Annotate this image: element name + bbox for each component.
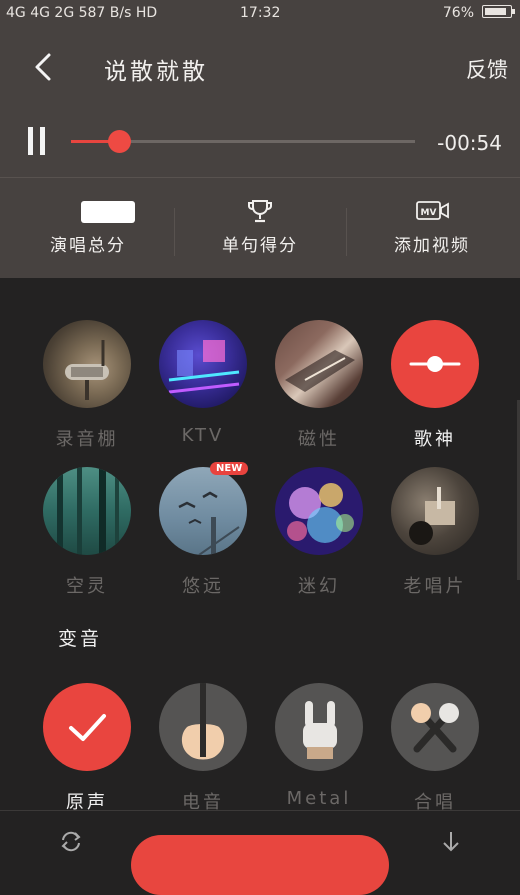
total-score-label: 演唱总分 — [50, 236, 126, 256]
effect-label: 悠远 — [182, 576, 224, 597]
score-row: 演唱总分 单句得分 MV 添加视频 — [0, 178, 520, 278]
effect-label: 老唱片 — [403, 576, 467, 597]
add-video-label: 添加视频 — [394, 236, 470, 256]
effect-studio[interactable]: 录音棚 — [42, 320, 132, 451]
score-value-box — [81, 201, 135, 223]
record-player-photo — [391, 467, 479, 555]
voice-change-title: 变音 — [58, 628, 103, 650]
pause-icon[interactable] — [26, 127, 48, 155]
effect-psychedelic[interactable]: 迷幻 — [274, 467, 364, 598]
guitar-icon — [159, 683, 247, 771]
remaining-time: -00:54 — [437, 131, 502, 155]
effect-label: 歌神 — [414, 429, 456, 450]
voice-chorus[interactable]: 合唱 — [390, 683, 480, 814]
sentence-score-button[interactable]: 单句得分 — [192, 178, 328, 278]
voice-metal[interactable]: Metal — [274, 683, 364, 809]
piano-photo — [275, 320, 363, 408]
feedback-button[interactable]: 反馈 — [466, 54, 508, 84]
add-video-button[interactable]: MV 添加视频 — [364, 178, 500, 278]
battery-icon — [482, 5, 515, 18]
total-score-button[interactable]: 演唱总分 — [20, 178, 156, 278]
bokeh-lights-photo — [275, 467, 363, 555]
song-title: 说散就散 — [104, 59, 208, 85]
svg-text:MV: MV — [421, 208, 437, 218]
slider-icon — [391, 320, 479, 408]
back-arrow-icon[interactable] — [28, 50, 62, 84]
effect-singer-god[interactable]: 歌神 — [390, 320, 480, 451]
effect-ktv[interactable]: KTV — [158, 320, 248, 446]
effect-old-record[interactable]: 老唱片 — [390, 467, 480, 598]
divider — [346, 208, 347, 256]
ktv-room-photo — [159, 320, 247, 408]
rock-hand-icon — [275, 683, 363, 771]
effect-label: 磁性 — [298, 429, 340, 450]
voice-label: Metal — [286, 788, 352, 809]
record-button[interactable] — [131, 835, 389, 895]
voice-electric[interactable]: 电音 — [158, 683, 248, 814]
effect-magnetic[interactable]: 磁性 — [274, 320, 364, 451]
studio-microphone-photo — [43, 320, 131, 408]
loop-icon[interactable] — [58, 828, 84, 854]
download-icon[interactable] — [438, 830, 464, 856]
microphones-icon — [391, 683, 479, 771]
mv-icon: MV — [416, 201, 449, 220]
effect-label: 录音棚 — [55, 429, 119, 450]
new-badge: NEW — [210, 462, 249, 475]
birds-bridge-photo — [159, 467, 247, 555]
voice-original[interactable]: 原声 — [42, 683, 132, 814]
forest-photo — [43, 467, 131, 555]
progress-thumb[interactable] — [108, 130, 132, 153]
progress-slider[interactable] — [71, 130, 415, 153]
effect-label: 迷幻 — [298, 576, 340, 597]
divider — [174, 208, 175, 256]
effect-distant[interactable]: NEW 悠远 — [158, 462, 249, 598]
clock: 17:32 — [240, 5, 281, 21]
check-icon — [43, 683, 131, 771]
network-status: 4G 4G 2G 587 B/s HD — [6, 5, 158, 21]
sentence-score-label: 单句得分 — [222, 236, 298, 256]
effect-label: KTV — [181, 425, 225, 446]
effect-ethereal[interactable]: 空灵 — [42, 467, 132, 598]
effect-label: 空灵 — [66, 576, 108, 597]
trophy-icon — [248, 200, 272, 223]
battery-percent: 76% — [442, 5, 474, 21]
status-bar: 4G 4G 2G 587 B/s HD 17:32 76% — [0, 0, 520, 28]
